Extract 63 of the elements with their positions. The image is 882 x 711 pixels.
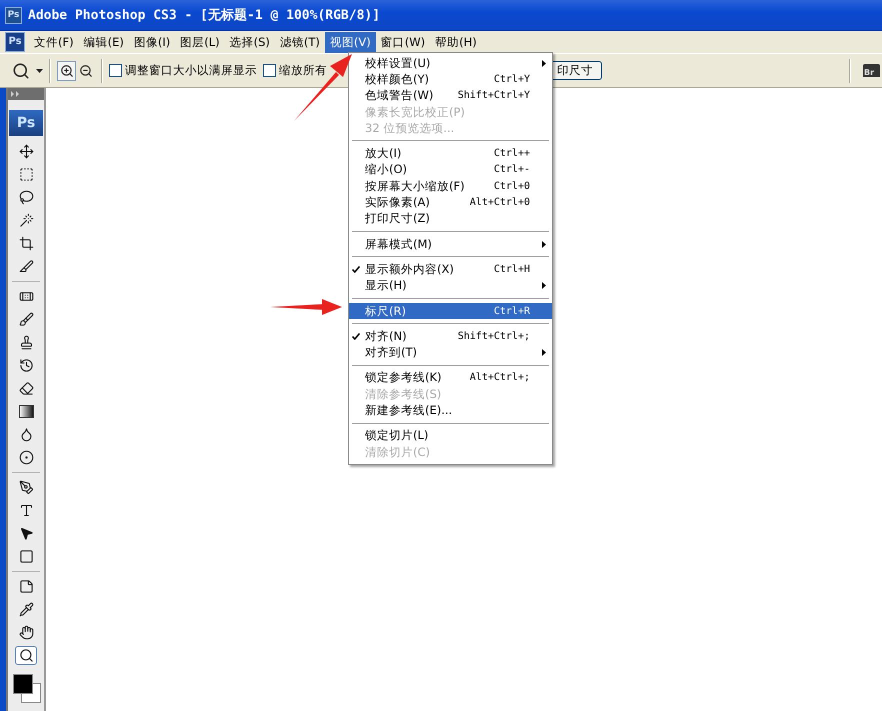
zoom-icon[interactable] [12, 62, 30, 80]
knife-icon [18, 259, 34, 274]
dodge-icon [18, 450, 34, 465]
menu-item[interactable]: 图像(I) [128, 32, 176, 52]
menu-item[interactable]: 对齐到(T) [349, 344, 552, 361]
arrow-pointer-icon [18, 526, 34, 541]
menu-item[interactable]: 帮助(H) [430, 32, 482, 52]
droplet-icon [18, 427, 34, 442]
history-brush-icon [18, 358, 34, 373]
dashed-square-icon [18, 167, 34, 182]
bandage-icon [18, 289, 34, 304]
menu-item[interactable]: 实际像素(A) Alt+Ctrl+0 [349, 194, 552, 211]
crop-icon [18, 236, 34, 251]
stamp-icon [18, 335, 34, 350]
zoom-out-icon [78, 64, 92, 78]
tool-button[interactable] [15, 646, 37, 665]
type-icon [18, 503, 34, 518]
gradient-icon [18, 405, 34, 418]
menu-item[interactable]: 新建参考线(E)... [349, 402, 552, 419]
window-title: Adobe Photoshop CS3 - [无标题-1 @ 100%(RGB/8)] [28, 7, 380, 24]
color-swatches-icon[interactable] [11, 671, 41, 703]
document-icon[interactable]: Ps [5, 32, 25, 52]
zoom-in-icon [60, 64, 74, 78]
menu-item[interactable]: 按屏幕大小缩放(F) Ctrl+0 [349, 178, 552, 194]
menu-item[interactable]: 图层(L) [175, 32, 225, 52]
menu-item[interactable]: 选择(S) [224, 32, 275, 52]
menu-item[interactable]: 色域警告(W) Shift+Ctrl+Y [349, 88, 552, 104]
menu-item[interactable]: 视图(V) [324, 32, 376, 52]
move-icon [18, 144, 34, 159]
menu-item[interactable]: 文件(F) [29, 32, 79, 52]
note-icon [18, 579, 34, 594]
app-icon: Ps [5, 6, 22, 24]
menu-item[interactable]: 显示(H) [349, 278, 552, 294]
zoom-in-button[interactable] [57, 60, 76, 80]
menu-item[interactable]: 滤镜(T) [274, 32, 325, 52]
menu-item[interactable]: 锁定切片(L) [349, 428, 552, 444]
rectangle-icon [18, 549, 34, 564]
menu-item[interactable]: 放大(I) Ctrl++ [349, 145, 552, 162]
pen-icon [18, 480, 34, 495]
menu-item[interactable]: 打印尺寸(Z) [349, 210, 552, 227]
eyedropper-icon [18, 602, 34, 617]
hand-icon [18, 625, 34, 640]
menu-item[interactable]: 标尺(R) Ctrl+R [349, 302, 552, 320]
bridge-icon[interactable]: Br [863, 64, 880, 77]
menu-item[interactable]: 缩小(O) Ctrl+- [349, 162, 552, 178]
caret-icon[interactable] [36, 68, 43, 72]
menu-item[interactable]: 屏幕模式(M) [349, 236, 552, 252]
logo: Ps [9, 110, 43, 136]
expand-icon[interactable] [11, 91, 20, 97]
checkbox[interactable] [263, 64, 276, 77]
menu-item[interactable]: 窗口(W) [376, 32, 430, 52]
menu-item[interactable]: 编辑(E) [78, 32, 129, 52]
menu-item[interactable]: 锁定参考线(K) Alt+Ctrl+; [349, 370, 552, 386]
lasso-icon [18, 190, 34, 205]
menu-item[interactable]: 显示额外内容(X) Ctrl+H [349, 261, 552, 278]
brush-icon [18, 312, 34, 327]
eraser-icon [18, 381, 34, 396]
checkbox-label: 调整窗口大小以满屏显示 [125, 63, 257, 78]
menu-item[interactable]: 对齐(N) Shift+Ctrl+; [349, 328, 552, 344]
wand-icon [18, 213, 34, 228]
checkbox-label: 缩放所有 [279, 63, 327, 78]
checkbox[interactable] [109, 64, 122, 77]
zoom-icon [18, 648, 34, 663]
